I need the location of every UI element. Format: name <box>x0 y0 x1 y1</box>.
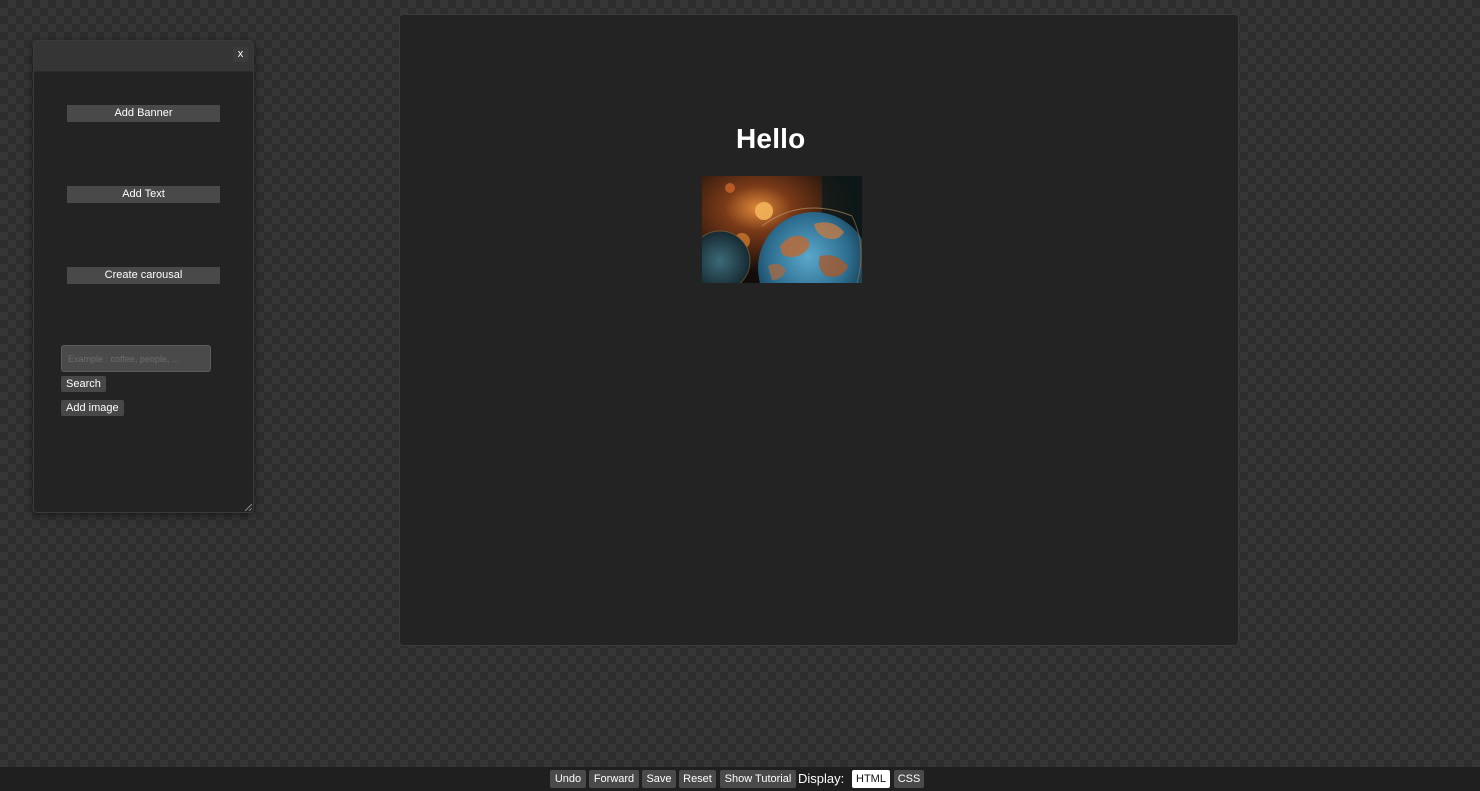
add-image-button[interactable]: Add image <box>61 400 124 416</box>
display-css-tab[interactable]: CSS <box>894 770 924 788</box>
element-panel[interactable]: x Add Banner Add Text Create carousal Se… <box>33 40 254 513</box>
search-button[interactable]: Search <box>61 376 106 392</box>
image-search-input[interactable] <box>61 345 211 372</box>
create-carousel-button[interactable]: Create carousal <box>67 267 220 284</box>
save-button[interactable]: Save <box>642 770 676 788</box>
page-canvas[interactable]: Hello <box>399 14 1239 646</box>
panel-header[interactable]: x <box>34 41 253 72</box>
reset-button[interactable]: Reset <box>679 770 716 788</box>
forward-button[interactable]: Forward <box>589 770 639 788</box>
panel-close-button[interactable]: x <box>233 47 248 62</box>
add-text-button[interactable]: Add Text <box>67 186 220 203</box>
show-tutorial-button[interactable]: Show Tutorial <box>720 770 796 788</box>
panel-resize-handle[interactable] <box>245 504 252 511</box>
display-label: Display: <box>798 771 845 786</box>
globe-image[interactable] <box>702 176 862 283</box>
undo-button[interactable]: Undo <box>550 770 586 788</box>
display-html-tab[interactable]: HTML <box>852 770 890 788</box>
canvas-heading[interactable]: Hello <box>736 123 805 155</box>
bottom-toolbar: Undo Forward Save Reset Show Tutorial Di… <box>0 767 1480 791</box>
add-banner-button[interactable]: Add Banner <box>67 105 220 122</box>
